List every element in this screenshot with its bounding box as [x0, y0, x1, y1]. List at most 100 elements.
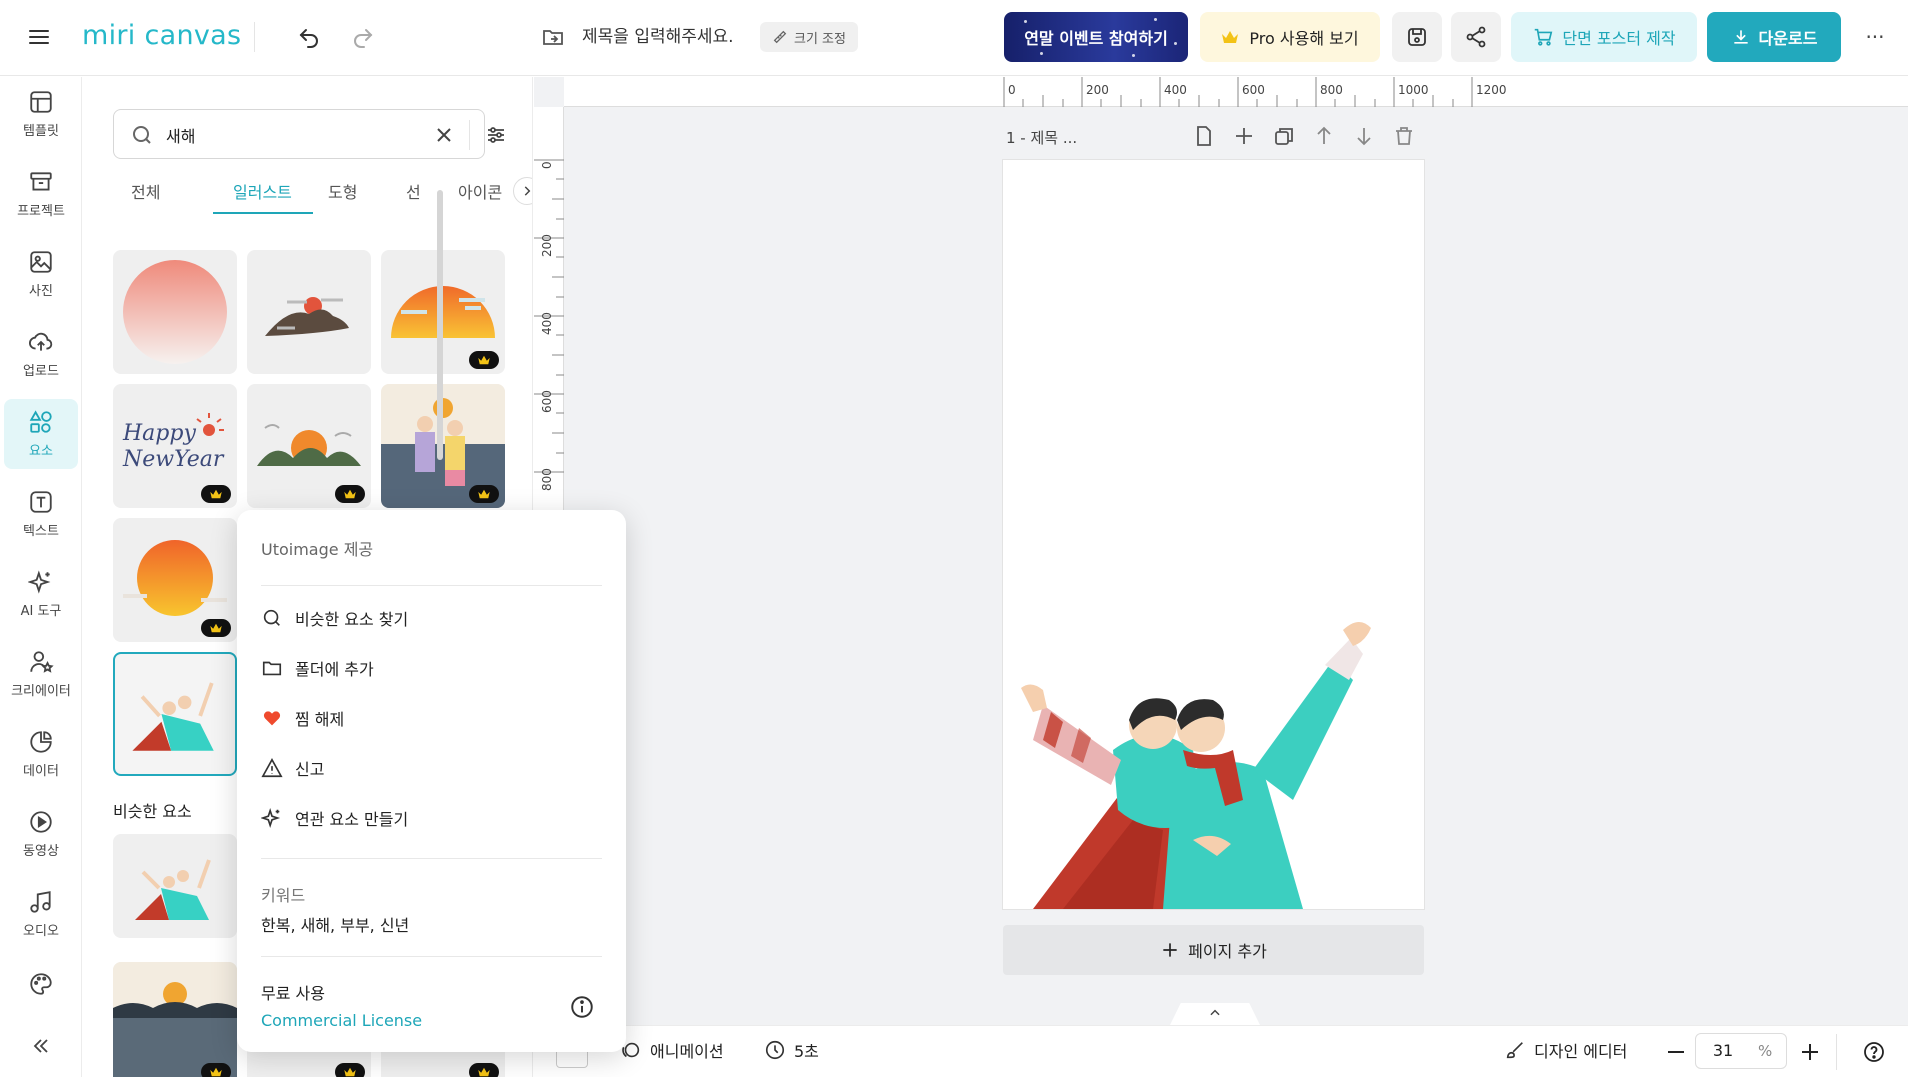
download-label: 다운로드 — [1758, 29, 1818, 48]
document-title-input[interactable] — [582, 24, 752, 50]
zoom-value: 31 — [1712, 1041, 1734, 1060]
pro-trial-button[interactable]: Pro 사용해 보기 — [1200, 12, 1380, 62]
menu-divider — [261, 585, 602, 586]
design-page[interactable] — [1003, 160, 1424, 909]
rail-item-project[interactable]: 프로젝트 — [4, 159, 78, 229]
create-related-menu-item[interactable]: 연관 요소 만들기 — [261, 806, 408, 830]
more-options-icon[interactable]: ··· — [1858, 20, 1892, 54]
ruler-label: 800 — [540, 468, 554, 491]
tab-illustration[interactable]: 일러스트 — [233, 179, 292, 203]
rail-item-photo[interactable]: 사진 — [4, 239, 78, 309]
filter-icon[interactable] — [484, 123, 508, 147]
keywords-label: 키워드 — [261, 886, 306, 905]
rail-item-upload[interactable]: 업로드 — [4, 319, 78, 389]
add-to-folder-menu-item[interactable]: 폴더에 추가 — [261, 656, 374, 680]
help-icon[interactable] — [1862, 1040, 1886, 1064]
page-title-label[interactable]: 1 - 제목 ... — [1006, 127, 1077, 148]
premium-crown-badge — [335, 485, 365, 503]
provider-label: Utoimage 제공 — [261, 540, 374, 559]
add-page-button[interactable]: 페이지 추가 — [1003, 925, 1424, 975]
illustration-thumb[interactable] — [381, 250, 505, 374]
toolbar-divider — [254, 22, 255, 52]
collapse-panel-icon[interactable] — [22, 1027, 60, 1065]
search-input[interactable] — [166, 123, 396, 147]
find-similar-menu-item[interactable]: 비슷한 요소 찾기 — [261, 606, 408, 630]
palette-icon[interactable] — [22, 965, 60, 1003]
tab-all[interactable]: 전체 — [131, 179, 160, 203]
page-move-down-icon[interactable] — [1352, 124, 1376, 148]
top-toolbar: miri canvas 크기 조정 연말 이벤트 참여하기 Pro 사용해 보기… — [0, 0, 1908, 76]
rail-item-ai-tools[interactable]: AI 도구 — [4, 559, 78, 629]
panel-scrollbar[interactable] — [437, 190, 443, 460]
clear-search-icon[interactable] — [432, 123, 456, 147]
menu-divider — [261, 956, 602, 957]
search-box[interactable] — [113, 109, 504, 159]
page-add-blank-icon[interactable] — [1192, 124, 1216, 148]
animation-button[interactable]: 애니메이션 — [620, 1038, 724, 1062]
resize-button[interactable]: 크기 조정 — [760, 22, 858, 52]
ruler-label: 800 — [1320, 83, 1343, 97]
page-list-toggle[interactable] — [1170, 1003, 1260, 1025]
ruler-icon — [773, 30, 787, 44]
duration-button[interactable]: 5초 — [764, 1038, 819, 1062]
zoom-out-icon[interactable] — [1664, 1040, 1688, 1064]
clock-icon — [765, 1040, 785, 1060]
couple-hanbok-illustration[interactable] — [1003, 160, 1424, 909]
illustration-thumb[interactable] — [113, 518, 237, 642]
illustration-thumb[interactable]: Happy NewYear — [113, 384, 237, 508]
hamburger-menu-icon[interactable] — [22, 20, 56, 54]
selected-illustration-thumb[interactable] — [113, 652, 237, 776]
miricanvas-logo[interactable]: miri canvas — [82, 20, 241, 51]
license-link[interactable]: Commercial License — [261, 1011, 422, 1030]
undo-icon[interactable] — [292, 20, 326, 54]
rail-item-elements[interactable]: 요소 — [4, 399, 78, 469]
share-icon[interactable] — [1451, 12, 1501, 62]
crown-icon — [210, 1067, 222, 1077]
rail-item-template[interactable]: 템플릿 — [4, 79, 78, 149]
tab-scroll-right-icon[interactable] — [513, 177, 532, 205]
rail-label: 크리에이터 — [11, 684, 71, 699]
search-icon — [133, 126, 151, 144]
unfavorite-menu-item[interactable]: 찜 해제 — [261, 706, 344, 730]
page-duplicate-icon[interactable] — [1272, 124, 1296, 148]
similar-illustration-thumb[interactable] — [113, 962, 237, 1077]
redo-icon[interactable] — [346, 20, 380, 54]
illustration-thumb[interactable] — [113, 250, 237, 374]
tab-shape[interactable]: 도형 — [328, 179, 357, 203]
design-editor-button[interactable]: 디자인 에디터 — [1504, 1038, 1627, 1062]
premium-crown-badge — [469, 1063, 499, 1077]
page-delete-icon[interactable] — [1392, 124, 1416, 148]
rail-item-text[interactable]: 텍스트 — [4, 479, 78, 549]
zoom-in-icon[interactable] — [1798, 1040, 1822, 1064]
rail-item-audio[interactable]: 오디오 — [4, 879, 78, 949]
download-button[interactable]: 다운로드 — [1707, 12, 1841, 62]
template-icon — [30, 91, 52, 113]
tab-line[interactable]: 선 — [406, 179, 421, 203]
rail-item-video[interactable]: 동영상 — [4, 799, 78, 869]
save-icon[interactable] — [1392, 12, 1442, 62]
ruler-label: 400 — [1164, 83, 1187, 97]
illustration-thumb[interactable] — [247, 384, 371, 508]
ruler-label: 1200 — [1476, 83, 1507, 97]
menu-item-label: 신고 — [295, 760, 325, 779]
warning-icon — [261, 758, 283, 778]
print-poster-button[interactable]: 단면 포스터 제작 — [1511, 12, 1697, 62]
page-move-up-icon[interactable] — [1312, 124, 1336, 148]
element-context-menu: Utoimage 제공 비슷한 요소 찾기 폴더에 추가 찜 해제 신고 연관 … — [237, 510, 626, 1052]
page-add-icon[interactable] — [1232, 124, 1256, 148]
rail-label: AI 도구 — [20, 604, 62, 619]
year-end-event-button[interactable]: 연말 이벤트 참여하기 — [1004, 12, 1188, 62]
similar-illustration-thumb[interactable] — [113, 834, 237, 938]
vertical-ruler: 0 200 400 600 800 — [534, 107, 564, 527]
illustration-thumb[interactable] — [381, 384, 505, 508]
info-icon[interactable] — [569, 994, 595, 1020]
rail-item-data[interactable]: 데이터 — [4, 719, 78, 789]
poster-label: 단면 포스터 제작 — [1562, 29, 1676, 48]
illustration-thumb[interactable] — [247, 250, 371, 374]
rail-item-creator[interactable]: 크리에이터 — [4, 639, 78, 709]
tab-icon[interactable]: 아이콘 — [458, 179, 502, 203]
folder-move-icon[interactable] — [538, 22, 568, 52]
ruler-label: 200 — [540, 234, 554, 257]
report-menu-item[interactable]: 신고 — [261, 756, 324, 780]
ruler-label: 0 — [1008, 83, 1016, 97]
